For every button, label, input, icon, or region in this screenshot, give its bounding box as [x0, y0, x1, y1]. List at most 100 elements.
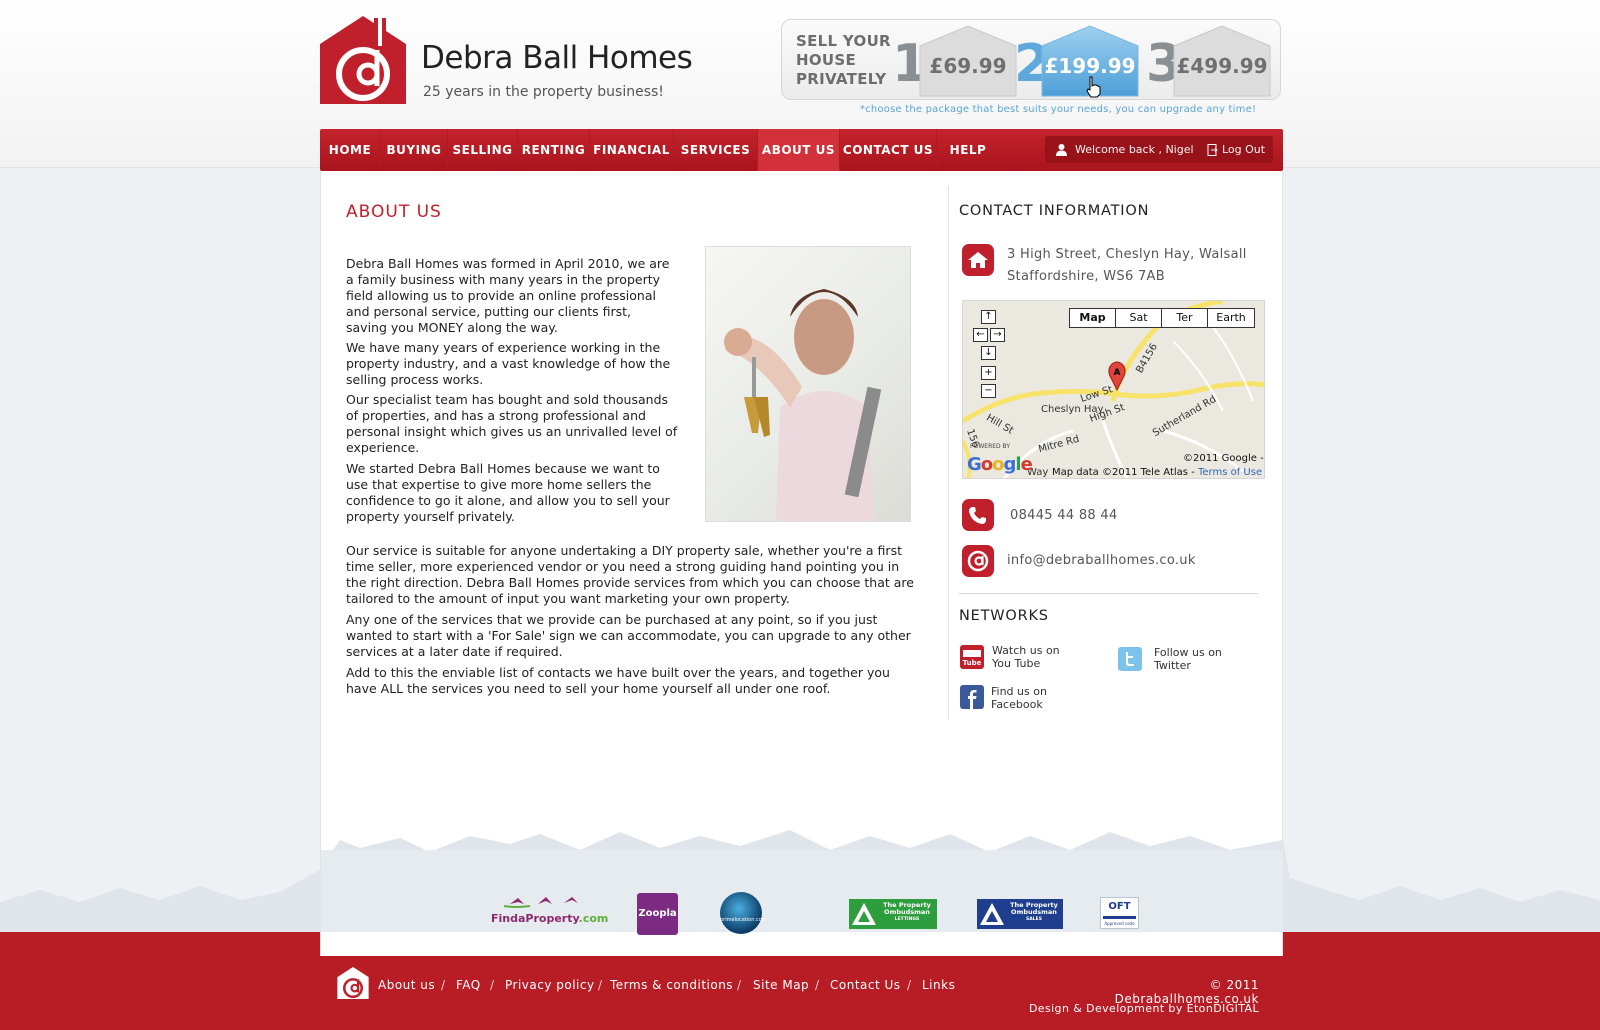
package-3-price: £499.99 [1176, 54, 1268, 78]
footer-logo-icon[interactable] [337, 967, 369, 999]
pan-right-icon[interactable]: → [990, 328, 1005, 342]
nav-selling[interactable]: SELLING [448, 129, 518, 171]
about-paragraph: Our specialist team has bought and sold … [346, 392, 678, 455]
about-paragraph: Any one of the services that we provide … [346, 612, 911, 659]
skyline-illustration [0, 830, 1600, 932]
map-copyright: ©2011 Google - [1183, 453, 1264, 464]
findaproperty-text-a: Finda [491, 912, 526, 925]
location-map[interactable]: Map Sat Ter Earth ↑ ← → ↓ + − A Cheslyn … [962, 300, 1265, 479]
footer-separator: / [815, 978, 820, 992]
nav-help[interactable]: HELP [937, 129, 999, 171]
nav-financial[interactable]: FINANCIAL [590, 129, 674, 171]
email-address[interactable]: info@debraballhomes.co.uk [1007, 550, 1196, 571]
woman-holding-keys-image [705, 246, 911, 522]
ombudsman-line2: Ombudsman [884, 908, 930, 916]
phone-number[interactable]: 08445 44 88 44 [1010, 505, 1118, 526]
column-divider [948, 186, 949, 720]
page-title: ABOUT US [346, 202, 442, 222]
map-type-map-button[interactable]: Map [1070, 309, 1116, 327]
promo-note: *choose the package that best suits your… [860, 104, 1257, 115]
welcome-text: Welcome back , Nigel [1075, 143, 1194, 156]
package-1-price: £69.99 [929, 54, 1007, 78]
map-type-ter-button[interactable]: Ter [1162, 309, 1208, 327]
facebook-link[interactable]: Find us on Facebook [991, 685, 1047, 711]
findaproperty-text-b: Property [525, 912, 579, 925]
footer-link-sitemap[interactable]: Site Map [753, 978, 809, 992]
nav-home[interactable]: HOME [320, 129, 381, 171]
networks-heading: NETWORKS [959, 608, 1049, 624]
main-nav: HOME BUYING SELLING RENTING FINANCIAL SE… [320, 129, 1283, 171]
about-paragraph: Debra Ball Homes was formed in April 201… [346, 256, 670, 335]
sell-privately-promo: SELL YOUR HOUSE PRIVATELY 1 £69.99 2 £19… [781, 19, 1281, 100]
nav-buying[interactable]: BUYING [381, 129, 448, 171]
ombudsman-line3: SALES [1026, 917, 1042, 922]
footer-link-contact[interactable]: Contact Us [830, 978, 901, 992]
pan-up-icon[interactable]: ↑ [981, 310, 996, 324]
footer-link-privacy[interactable]: Privacy policy [505, 978, 595, 992]
property-ombudsman-sales-logo[interactable]: The Property Ombudsman SALES [977, 899, 1063, 929]
address-line-1: 3 High Street, Cheslyn Hay, Walsall [1007, 247, 1247, 262]
home-icon [962, 244, 994, 276]
footer-separator: / [737, 978, 742, 992]
footer-separator: / [441, 978, 446, 992]
nav-renting[interactable]: RENTING [518, 129, 590, 171]
map-type-sat-button[interactable]: Sat [1116, 309, 1162, 327]
nav-services[interactable]: SERVICES [674, 129, 758, 171]
primelocation-text: primelocation.com [720, 917, 767, 923]
logout-link[interactable]: Log Out [1222, 136, 1265, 163]
user-box: Welcome back , Nigel Log Out [1045, 136, 1273, 163]
zoom-in-icon[interactable]: + [981, 366, 996, 380]
primelocation-logo[interactable]: primelocation.com [720, 892, 767, 934]
youtube-link[interactable]: Watch us on You Tube [992, 644, 1060, 670]
oft-text: OFT [1108, 901, 1131, 912]
facebook-icon[interactable] [960, 685, 984, 709]
site-name[interactable]: Debra Ball Homes [421, 40, 693, 76]
about-paragraph: We have many years of experience working… [346, 340, 671, 387]
about-paragraph: Our service is suitable for anyone under… [346, 543, 914, 606]
phone-icon [962, 499, 994, 531]
site-tagline: 25 years in the property business! [423, 84, 664, 100]
email-icon [962, 545, 994, 577]
bird-icon [503, 897, 578, 908]
oft-logo[interactable]: OFT Approved code [1100, 897, 1139, 929]
ombudsman-triangle-icon [980, 903, 1004, 925]
zoom-out-icon[interactable]: − [981, 384, 996, 398]
promo-label: SELL YOUR HOUSE PRIVATELY [796, 32, 891, 88]
nav-about-us[interactable]: ABOUT US [758, 129, 840, 171]
footer-design-credit[interactable]: Design & Development by EtonDIGITAL [1010, 1002, 1259, 1015]
map-data-credit: Map data ©2011 Tele Atlas - Terms of Use [1052, 467, 1263, 478]
map-terms-link[interactable]: Terms of Use [1198, 467, 1262, 478]
map-powered-by: POWERED BY [970, 443, 1011, 450]
about-paragraph: Add to this the enviable list of contact… [346, 665, 890, 696]
footer-link-terms[interactable]: Terms & conditions [610, 978, 733, 992]
findaproperty-text-c: .com [578, 912, 609, 925]
footer-separator: / [907, 978, 912, 992]
nav-contact-us[interactable]: CONTACT US [840, 129, 937, 171]
zoopla-logo[interactable]: Zoopla [637, 893, 678, 935]
pan-left-icon[interactable]: ← [973, 328, 988, 342]
twitter-link[interactable]: Follow us on Twitter [1154, 646, 1222, 672]
footer-separator: / [490, 978, 495, 992]
footer-link-links[interactable]: Links [922, 978, 955, 992]
pan-down-icon[interactable]: ↓ [981, 346, 996, 360]
contact-heading: CONTACT INFORMATION [959, 203, 1150, 219]
property-ombudsman-lettings-logo[interactable]: The Property Ombudsman LETTINGS [849, 899, 937, 929]
package-2-price: £199.99 [1044, 54, 1136, 78]
logo-icon[interactable] [320, 16, 406, 104]
footer-link-faq[interactable]: FAQ [456, 978, 481, 992]
user-icon [1056, 144, 1067, 156]
footer-link-about[interactable]: About us [378, 978, 435, 992]
hand-cursor-icon [1086, 76, 1101, 98]
map-type-earth-button[interactable]: Earth [1208, 309, 1254, 327]
youtube-icon[interactable]: Tube [960, 645, 984, 669]
logout-icon[interactable] [1207, 144, 1218, 156]
map-type-buttons: Map Sat Ter Earth [1069, 308, 1255, 328]
address-line-2: Staffordshire, WS6 7AB [1007, 269, 1165, 284]
ombudsman-triangle-icon [852, 903, 876, 925]
google-logo[interactable]: Google [967, 454, 1033, 475]
footer-separator: / [598, 978, 603, 992]
twitter-icon[interactable] [1118, 647, 1142, 671]
findaproperty-logo[interactable]: FindaProperty.com [490, 894, 608, 934]
oft-sub: Approved code [1104, 921, 1135, 926]
about-paragraph: We started Debra Ball Homes because we w… [346, 461, 670, 524]
